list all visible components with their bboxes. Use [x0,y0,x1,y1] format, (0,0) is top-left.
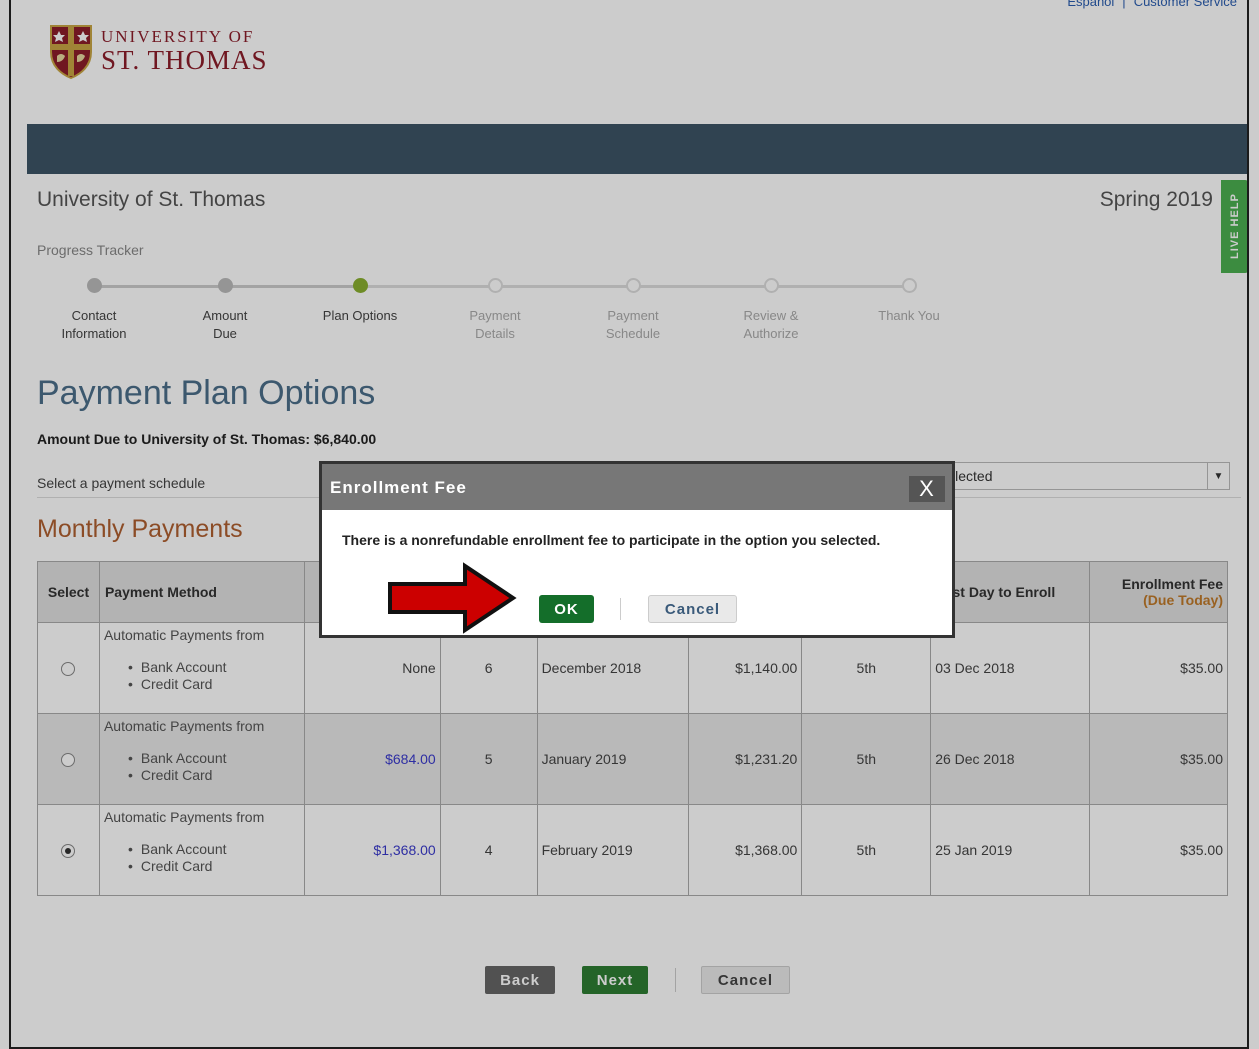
red-arrow-icon [388,562,517,634]
close-icon[interactable]: X [909,476,945,502]
dialog-cancel-button[interactable]: Cancel [648,595,737,623]
dialog-message: There is a nonrefundable enrollment fee … [342,532,881,548]
dialog-title: Enrollment Fee [330,478,467,497]
dialog-header: Enrollment Fee X [322,464,952,510]
ok-button[interactable]: OK [539,595,594,623]
button-separator [620,598,621,620]
